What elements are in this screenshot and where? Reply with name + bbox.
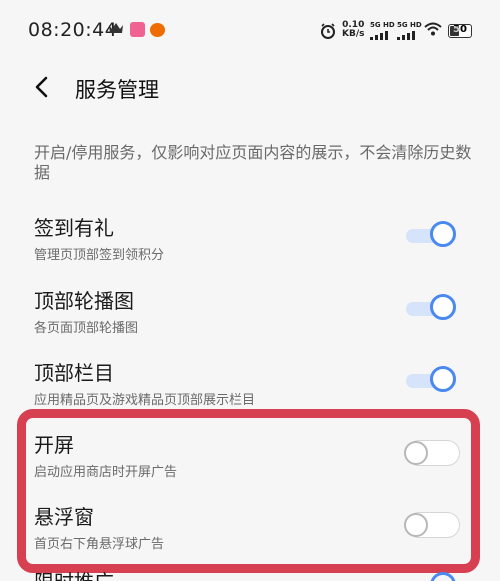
setting-row-top-carousel[interactable]: 顶部轮播图 各页面顶部轮播图 [0, 285, 500, 349]
sim2-label: 5G HD [397, 21, 422, 29]
battery-level: 50 [453, 24, 467, 35]
crown-icon [109, 23, 123, 33]
toggle-switch[interactable] [404, 220, 462, 252]
setting-row-partial-title: 限时推广 [34, 572, 114, 581]
alarm-icon [321, 23, 335, 39]
chevron-left-icon [35, 76, 48, 98]
toggle-switch[interactable] [404, 293, 462, 325]
back-button[interactable] [26, 70, 62, 106]
setting-title: 顶部栏目 [34, 361, 114, 385]
page-title: 服务管理 [75, 78, 159, 102]
status-time: 08:20:44 [28, 19, 118, 41]
setting-subtitle: 应用精品页及游戏精品页顶部展示栏目 [34, 393, 256, 408]
setting-subtitle: 管理页顶部签到领积分 [34, 248, 165, 263]
toggle-switch-partial[interactable] [430, 572, 460, 581]
toggle-knob [430, 294, 456, 320]
highlight-frame [17, 409, 480, 573]
toggle-knob [430, 572, 456, 581]
pumpkin-icon [150, 23, 165, 37]
signal-bars-icon [370, 30, 395, 40]
setting-subtitle: 各页面顶部轮播图 [34, 321, 139, 336]
signal-bars-icon [397, 30, 422, 40]
network-speed-unit: KB/s [342, 29, 365, 39]
setting-title: 签到有礼 [34, 216, 114, 240]
status-bar: 08:20:44 0.10 KB/s 5G HD 5G HD 50 [0, 0, 500, 60]
sim1-label: 5G HD [370, 21, 395, 29]
toggle-switch[interactable] [404, 365, 462, 397]
toggle-knob [430, 366, 456, 392]
battery-icon: 50 [448, 24, 472, 38]
sim1-signal: 5G HD [370, 21, 395, 40]
wifi-icon [424, 22, 442, 36]
setting-title: 顶部轮播图 [34, 289, 134, 313]
app-badge-icon [130, 22, 145, 37]
setting-row-sign-in[interactable]: 签到有礼 管理页顶部签到领积分 [0, 212, 500, 276]
page-description: 开启/停用服务，仅影响对应页面内容的展示，不会清除历史数据 [34, 143, 472, 182]
network-speed: 0.10 KB/s [342, 21, 364, 39]
toggle-knob [430, 221, 456, 247]
sim2-signal: 5G HD [397, 21, 422, 40]
